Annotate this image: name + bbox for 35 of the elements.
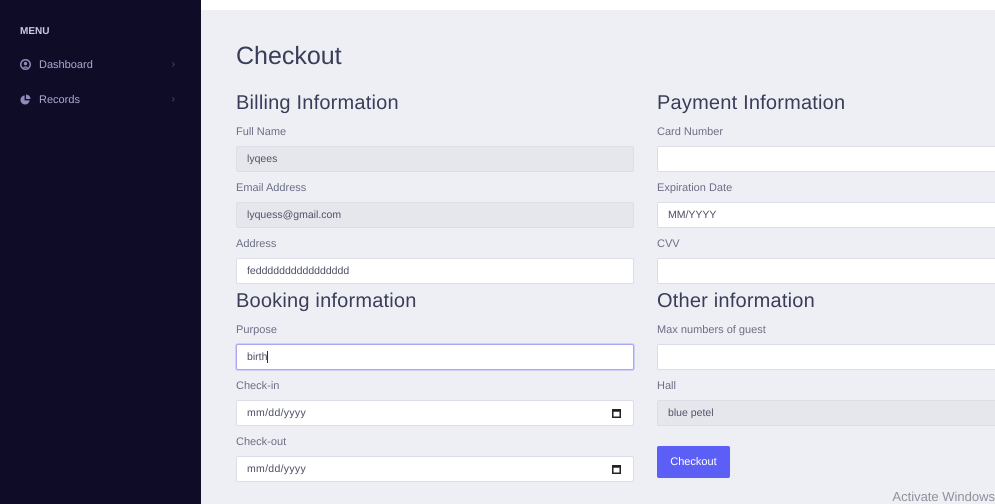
field-label: Full Name (236, 126, 288, 140)
calendar-icon[interactable] (612, 464, 621, 474)
field-label: Email Address (236, 182, 308, 196)
field-label: Card Number (657, 126, 724, 140)
input-field[interactable]: mm/dd/yyyy (236, 400, 634, 426)
page-title: Checkout (236, 42, 343, 72)
activation-watermark: Activate Windows (892, 489, 995, 504)
pie-chart-icon (20, 94, 31, 105)
chevron-icon: › (172, 59, 175, 70)
input-field[interactable]: fedddddddddddddddd (236, 258, 634, 284)
input-field[interactable]: MM/YYYY (657, 202, 995, 228)
input-field[interactable] (657, 258, 995, 284)
field-label: Check-out (236, 436, 288, 450)
section-heading: Payment Information (657, 92, 846, 116)
chevron-icon: › (172, 94, 175, 105)
field-label: Address (236, 238, 278, 252)
section-heading: Other information (657, 290, 816, 314)
field-label: Purpose (236, 324, 278, 338)
calendar-icon[interactable] (612, 408, 621, 418)
input-field[interactable]: birth (236, 344, 634, 370)
sidebar-item[interactable]: Records (39, 94, 172, 106)
field-label: Max numbers of guest (657, 324, 767, 338)
input-field[interactable] (657, 344, 995, 370)
menu-heading: MENU (19, 25, 50, 37)
user-icon (20, 59, 31, 70)
sidebar-item[interactable]: Dashboard (39, 58, 172, 70)
checkout-button[interactable]: Checkout (657, 446, 730, 478)
field-label: Hall (657, 380, 677, 394)
field-label: CVV (657, 238, 681, 252)
field-label: Expiration Date (657, 182, 734, 196)
input-field[interactable]: mm/dd/yyyy (236, 456, 634, 482)
input-field[interactable] (657, 146, 995, 172)
section-heading: Billing Information (236, 92, 400, 116)
section-heading: Booking information (236, 290, 418, 314)
field-label: Check-in (236, 380, 280, 394)
